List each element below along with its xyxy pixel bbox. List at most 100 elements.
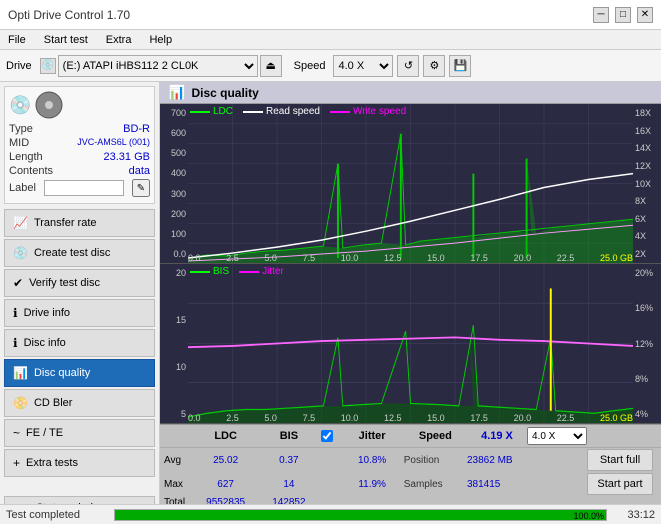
sidebar-item-fe-te[interactable]: ~ FE / TE [4,419,155,447]
speed-value: 4.19 X [467,430,527,442]
disc-quality-icon: 📊 [13,366,28,380]
progress-bar-container: 100.0% [114,509,607,521]
disc-img [35,91,63,119]
mid-value: JVC-AMS6L (001) [77,137,150,149]
position-value: 23862 MB [467,455,527,466]
sidebar-item-verify-test-disc[interactable]: ✔ Verify test disc [4,269,155,297]
cd-bler-icon: 📀 [13,396,28,410]
sidebar-item-create-test-disc[interactable]: 💿 Create test disc [4,239,155,267]
bis-legend-label: BIS [213,266,229,277]
chart2-y-axis-right: 20% 16% 12% 8% 4% [633,264,661,423]
stats-max-row: Max 627 14 11.9% Samples 381415 Start pa… [160,472,661,496]
verify-icon: ✔ [13,276,23,290]
charts-area: LDC Read speed Write speed 700 600 500 [160,104,661,424]
start-full-button[interactable]: Start full [587,449,653,471]
maximize-button[interactable]: □ [615,7,631,23]
mid-label: MID [9,137,29,149]
stats-headers-row: LDC BIS Jitter Speed 4.19 X 4.0 X [160,425,661,448]
chart2-legend: BIS Jitter [190,266,284,277]
length-value: 23.31 GB [104,151,150,163]
sidebar-item-transfer-rate[interactable]: 📈 Transfer rate [4,209,155,237]
bis-legend-dot [190,271,210,273]
transfer-rate-icon: 📈 [13,216,28,230]
start-part-button[interactable]: Start part [587,473,653,495]
label-label: Label [9,182,36,194]
disc-info-icon: ℹ [13,336,18,350]
ldc-legend-label: LDC [213,106,233,117]
write-speed-legend-dot [330,111,350,113]
left-panel: 💿 Type BD-R MID JVC-AMS6L (001) Length 2… [0,82,160,524]
chart1-container: LDC Read speed Write speed 700 600 500 [160,104,661,264]
start-full-btn-area: Start full [587,449,657,471]
disc-quality-header: 📊 Disc quality [160,82,661,104]
avg-speed-area: Position [404,455,467,466]
type-label: Type [9,123,33,135]
write-speed-legend-label: Write speed [353,106,406,117]
jitter-header: Jitter [341,430,404,442]
avg-jitter: 10.8% [341,455,404,466]
status-text: Test completed [6,509,106,521]
menu-help[interactable]: Help [145,34,176,46]
contents-label: Contents [9,165,53,177]
chart1-y-axis-right: 18X 16X 14X 12X 10X 8X 6X 4X 2X [633,104,661,263]
avg-bis: 0.37 [257,455,320,466]
max-label: Max [164,479,194,490]
save-button[interactable]: 💾 [449,55,471,77]
length-label: Length [9,151,43,163]
speed-select-stats[interactable]: 4.0 X [527,427,587,445]
close-button[interactable]: ✕ [637,7,653,23]
bis-header: BIS [257,430,320,442]
drive-info-icon: ℹ [13,306,18,320]
ldc-header: LDC [194,430,257,442]
max-ldc: 627 [194,479,257,490]
menu-start-test[interactable]: Start test [40,34,92,46]
drive-label: Drive [6,60,32,72]
main-area: 💿 Type BD-R MID JVC-AMS6L (001) Length 2… [0,82,661,524]
window-controls: ─ □ ✕ [593,7,653,23]
disc-icon: 💿 [9,95,31,116]
sidebar-item-disc-quality[interactable]: 📊 Disc quality [4,359,155,387]
toolbar: Drive 💿 (E:) ATAPI iHBS112 2 CL0K ⏏ Spee… [0,50,661,82]
chart1-x-labels: 0.0 2.5 5.0 7.5 10.0 12.5 15.0 17.5 20.0… [188,253,633,263]
settings-button[interactable]: ⚙ [423,55,445,77]
ldc-legend-dot [190,111,210,113]
jitter-legend-label: Jitter [262,266,284,277]
disc-info-box: 💿 Type BD-R MID JVC-AMS6L (001) Length 2… [4,86,155,204]
sidebar-item-extra-tests[interactable]: + Extra tests [4,449,155,477]
start-part-btn-area: Start part [587,473,657,495]
jitter-checkbox[interactable] [321,430,341,442]
eject-button[interactable]: ⏏ [260,55,282,77]
chart2-x-labels: 0.0 2.5 5.0 7.5 10.0 12.5 15.0 17.5 20.0… [188,413,633,423]
speed-header: Speed [404,430,467,442]
chart2-y-axis-left: 20 15 10 5 [160,264,188,423]
chart2-container: BIS Jitter 20 15 10 5 20% 16 [160,264,661,424]
menu-file[interactable]: File [4,34,30,46]
jitter-checkbox-input[interactable] [321,430,333,442]
speed-label: Speed [294,60,326,72]
samples-value: 381415 [467,479,527,490]
speed-select[interactable]: 4.0 X [333,55,393,77]
label-edit-button[interactable]: ✎ [132,179,150,197]
minimize-button[interactable]: ─ [593,7,609,23]
time-display: 33:12 [615,509,655,521]
title-bar: Opti Drive Control 1.70 ─ □ ✕ [0,0,661,30]
label-input[interactable] [44,180,124,196]
sidebar-item-cd-bler[interactable]: 📀 CD Bler [4,389,155,417]
max-speed-area: Samples [404,479,467,490]
sidebar-item-drive-info[interactable]: ℹ Drive info [4,299,155,327]
progress-bar-fill [115,510,606,520]
read-speed-legend-label: Read speed [266,106,320,117]
chart2-svg [188,264,633,423]
refresh-button[interactable]: ↺ [397,55,419,77]
drive-icon: 💿 [40,58,56,74]
menu-extra[interactable]: Extra [102,34,136,46]
extra-tests-icon: + [13,456,20,470]
contents-value: data [129,165,150,177]
right-panel: 📊 Disc quality LDC Read speed [160,82,661,524]
max-bis: 14 [257,479,320,490]
read-speed-legend-dot [243,111,263,113]
drive-select[interactable]: (E:) ATAPI iHBS112 2 CL0K [58,55,258,77]
jitter-legend-dot [239,271,259,273]
chart1-y-axis-left: 700 600 500 400 300 200 100 0.0 [160,104,188,263]
sidebar-item-disc-info[interactable]: ℹ Disc info [4,329,155,357]
